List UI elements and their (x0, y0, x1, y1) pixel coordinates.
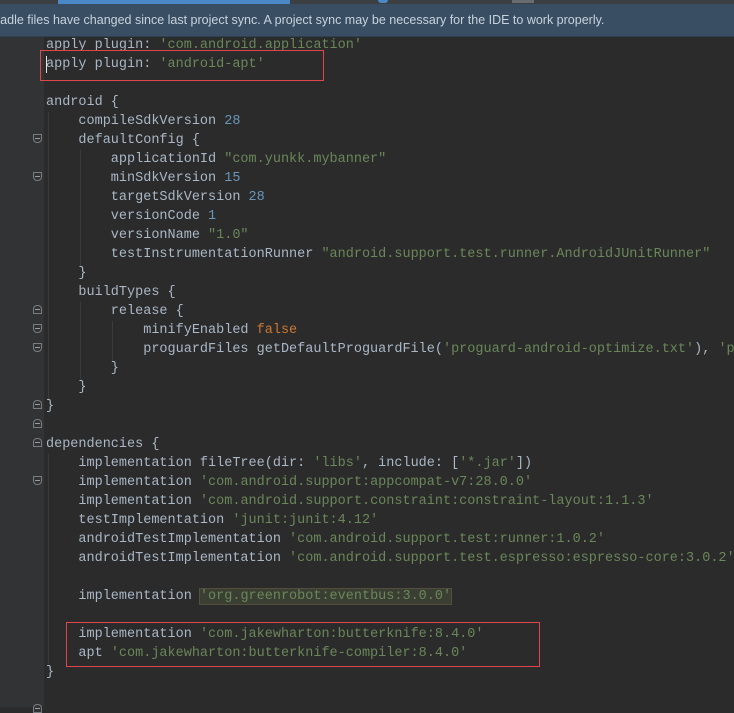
code-token: 'proguard-android-optimize.txt' (442, 342, 695, 357)
code-token: ]) (515, 456, 533, 471)
highlight-box-butterknife (66, 622, 540, 667)
code-line[interactable]: androidTestImplementation 'com.android.s… (46, 530, 734, 549)
code-token: 28 (224, 114, 241, 129)
code-line[interactable]: dependencies { (46, 435, 734, 454)
code-token: 'junit:junit:4.12' (232, 513, 379, 528)
editor-gutter[interactable] (0, 37, 44, 713)
code-token: testInstrumentationRunner (46, 247, 322, 262)
code-token: versionName (46, 228, 209, 243)
code-editor[interactable]: apply plugin: 'com.android.application' a… (46, 36, 734, 682)
code-line[interactable]: compileSdkVersion 28 (46, 112, 734, 131)
code-token: compileSdkVersion (46, 114, 225, 129)
code-line[interactable]: } (46, 359, 734, 378)
code-token: } (46, 399, 55, 414)
code-token: 'com.android.support.test.espresso:espre… (289, 551, 734, 566)
code-token: defaultConfig { (46, 133, 200, 148)
code-token: 'org.greenrobot:eventbus:3.0.0' (198, 588, 453, 605)
code-token: "1.0" (208, 228, 249, 243)
code-token: false (256, 323, 298, 338)
code-token: minifyEnabled (46, 323, 257, 338)
code-line[interactable]: applicationId "com.yunkk.mybanner" (46, 150, 734, 169)
code-line[interactable]: } (46, 378, 734, 397)
code-line[interactable]: versionName "1.0" (46, 226, 734, 245)
code-line[interactable]: testInstrumentationRunner "android.suppo… (46, 245, 734, 264)
fold-marker-icon[interactable] (33, 134, 42, 143)
code-token: [ (451, 456, 460, 471)
tab-icon (378, 0, 388, 3)
code-token: testImplementation (46, 513, 233, 528)
fold-marker-icon[interactable] (33, 172, 42, 181)
code-line[interactable]: } (46, 264, 734, 283)
code-token: 'com.android.support.test:runner:1.0.2' (289, 532, 605, 547)
code-token: } (46, 380, 87, 395)
highlight-box-apt-plugin (40, 50, 324, 81)
code-line[interactable]: versionCode 1 (46, 207, 734, 226)
code-line[interactable] (46, 568, 734, 587)
code-token: dependencies { (46, 437, 160, 452)
code-token: 'com.android.support:appcompat-v7:28.0.0… (199, 475, 533, 490)
code-line[interactable]: } (46, 397, 734, 416)
code-token: implementation (46, 589, 200, 604)
code-token: 'com.android.support.constraint:constrai… (199, 494, 654, 509)
code-token: implementation (46, 475, 200, 490)
code-token: applicationId (46, 152, 225, 167)
fold-marker-icon[interactable] (33, 343, 42, 352)
fold-marker-icon[interactable] (33, 438, 42, 447)
code-token: versionCode (46, 209, 209, 224)
code-token: 'pro (718, 342, 734, 357)
code-token: buildTypes { (46, 285, 176, 300)
code-line[interactable]: implementation 'com.android.support.cons… (46, 492, 734, 511)
code-token: implementation fileTree( (46, 456, 273, 471)
code-token: } (46, 361, 119, 376)
code-token: minSdkVersion (46, 171, 225, 186)
code-token: 15 (224, 171, 241, 186)
code-line[interactable]: defaultConfig { (46, 131, 734, 150)
code-line[interactable]: buildTypes { (46, 283, 734, 302)
code-line[interactable]: implementation 'com.android.support:appc… (46, 473, 734, 492)
code-token: "android.support.test.runner.AndroidJUni… (321, 247, 711, 262)
fold-marker-icon[interactable] (33, 704, 42, 713)
code-token: 28 (248, 190, 265, 205)
code-line[interactable]: minifyEnabled false (46, 321, 734, 340)
fold-marker-icon[interactable] (33, 324, 42, 333)
code-line[interactable]: proguardFiles getDefaultProguardFile('pr… (46, 340, 734, 359)
code-line[interactable] (46, 416, 734, 435)
code-line[interactable]: minSdkVersion 15 (46, 169, 734, 188)
code-token: androidTestImplementation (46, 551, 290, 566)
tab-fragment[interactable] (512, 0, 534, 3)
fold-marker-icon[interactable] (33, 305, 42, 314)
code-line[interactable]: testImplementation 'junit:junit:4.12' (46, 511, 734, 530)
fold-marker-icon[interactable] (33, 400, 42, 409)
code-line[interactable]: androidTestImplementation 'com.android.s… (46, 549, 734, 568)
code-token: 'libs' (313, 456, 362, 471)
code-line[interactable]: implementation fileTree(dir: 'libs', inc… (46, 454, 734, 473)
gradle-sync-notification: radle files have changed since last proj… (0, 4, 734, 37)
code-token: ), (694, 342, 719, 357)
code-line[interactable]: release { (46, 302, 734, 321)
code-token: "com.yunkk.mybanner" (224, 152, 387, 167)
code-token: targetSdkVersion (46, 190, 249, 205)
code-token: } (46, 266, 87, 281)
fold-marker-icon[interactable] (33, 419, 42, 428)
code-line[interactable]: android { (46, 93, 734, 112)
code-token: implementation (46, 494, 200, 509)
code-token: androidTestImplementation (46, 532, 290, 547)
code-token: 1 (208, 209, 217, 224)
code-token: '*.jar' (459, 456, 516, 471)
code-token: , (361, 456, 379, 471)
fold-marker-icon[interactable] (33, 476, 42, 485)
code-token: dir: (272, 456, 314, 471)
code-token: android { (46, 95, 119, 110)
code-token: } (46, 665, 55, 680)
code-token: release { (46, 304, 184, 319)
code-line[interactable]: targetSdkVersion 28 (46, 188, 734, 207)
code-token: include: (378, 456, 452, 471)
notification-text: radle files have changed since last proj… (0, 13, 605, 27)
code-line[interactable]: implementation 'org.greenrobot:eventbus:… (46, 587, 734, 606)
code-token: proguardFiles getDefaultProguardFile( (46, 342, 443, 357)
